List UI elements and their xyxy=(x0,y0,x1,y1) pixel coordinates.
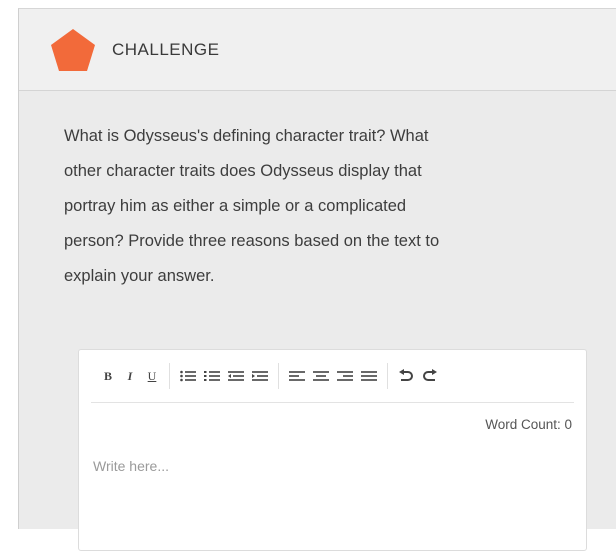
indent-icon[interactable] xyxy=(249,365,271,387)
align-center-icon[interactable] xyxy=(310,365,332,387)
history-group xyxy=(387,363,448,389)
text-format-group: B I U xyxy=(91,363,169,389)
challenge-prompt: What is Odysseus's defining character tr… xyxy=(64,119,584,294)
italic-button[interactable]: I xyxy=(120,365,140,387)
prompt-line: other character traits does Odysseus dis… xyxy=(64,162,422,180)
answer-input[interactable]: Write here... xyxy=(93,458,586,474)
prompt-line: person? Provide three reasons based on t… xyxy=(64,232,440,250)
editor-toolbar: B I U xyxy=(91,350,574,403)
undo-icon[interactable] xyxy=(395,365,417,387)
align-justify-icon[interactable] xyxy=(358,365,380,387)
pentagon-icon xyxy=(50,28,96,72)
prompt-line: What is Odysseus's defining character tr… xyxy=(64,127,429,145)
align-right-icon[interactable] xyxy=(334,365,356,387)
card-title: CHALLENGE xyxy=(112,39,220,59)
bold-button[interactable]: B xyxy=(98,365,118,387)
list-group xyxy=(169,363,278,389)
redo-icon[interactable] xyxy=(419,365,441,387)
answer-editor[interactable]: B I U Word Count: 0 Write here... xyxy=(78,349,587,551)
alignment-group xyxy=(278,363,387,389)
card-header: CHALLENGE xyxy=(19,9,616,91)
numbered-list-icon[interactable] xyxy=(201,365,223,387)
underline-button[interactable]: U xyxy=(142,365,162,387)
prompt-line: portray him as either a simple or a comp… xyxy=(64,197,407,215)
prompt-line: explain your answer. xyxy=(64,267,215,285)
bullet-list-icon[interactable] xyxy=(177,365,199,387)
word-count: Word Count: 0 xyxy=(485,417,572,432)
outdent-icon[interactable] xyxy=(225,365,247,387)
align-left-icon[interactable] xyxy=(286,365,308,387)
challenge-card: CHALLENGE What is Odysseus's defining ch… xyxy=(18,8,616,551)
